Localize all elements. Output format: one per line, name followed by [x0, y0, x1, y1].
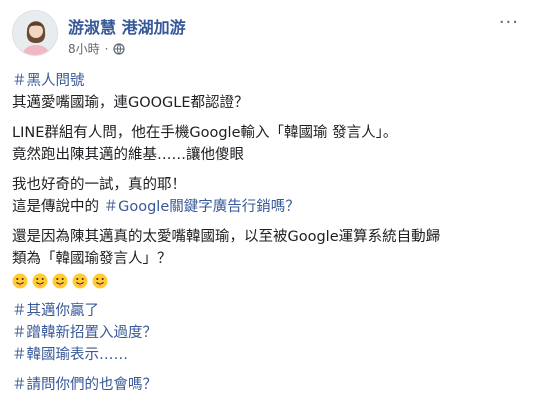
emoji-row [12, 270, 522, 292]
post-time[interactable]: 8小時 [68, 40, 100, 57]
avatar-image [13, 11, 57, 55]
tongue-out-emoji [52, 273, 68, 289]
post-header: 游淑慧 港湖加游 8小時 · ··· [12, 10, 521, 64]
post-meta: 8小時 · [68, 40, 126, 57]
post-body: ＃黑人問號 其邁愛嘴國瑜，連GOOGLE都認證？ LINE群組有人問，他在手機G… [12, 70, 522, 396]
post-text-line: LINE群組有人問，他在手機Google輸入「韓國瑜 發言人」。 [12, 125, 398, 141]
avatar[interactable] [12, 10, 58, 56]
hashtag[interactable]: ＃蹭韓新招置入過度？ [12, 322, 522, 344]
public-audience-icon[interactable] [113, 42, 126, 55]
hashtag[interactable]: ＃Google關鍵字廣告行銷嗎？ [104, 199, 300, 215]
hashtag[interactable]: ＃請問你們的也會嗎？ [12, 374, 522, 396]
tongue-out-emoji [92, 273, 108, 289]
more-options-icon[interactable]: ··· [499, 12, 519, 33]
tongue-out-emoji [72, 273, 88, 289]
facebook-post: 游淑慧 港湖加游 8小時 · ··· ＃黑人問號 其邁愛嘴國瑜，連GOOGLE都… [0, 0, 533, 405]
post-text-line: 還是因為陳其邁真的太愛嘴韓國瑜，以至被Google運算系統自動歸 [12, 229, 441, 245]
hashtag[interactable]: ＃韓國瑜表示…… [12, 344, 522, 366]
post-text-line-prefix: 這是傳說中的 [12, 199, 104, 215]
post-text-line: 其邁愛嘴國瑜，連GOOGLE都認證？ [12, 95, 249, 111]
tongue-out-emoji [32, 273, 48, 289]
post-text-line: 竟然跑出陳其邁的維基……讓他傻眼 [12, 147, 244, 163]
tongue-out-emoji [12, 273, 28, 289]
post-text-line: 這是傳說中的 ＃Google關鍵字廣告行銷嗎？ [12, 196, 522, 218]
hashtag[interactable]: ＃黑人問號 [12, 70, 522, 92]
meta-separator: · [104, 41, 109, 56]
post-text-line: 類為「韓國瑜發言人」？ [12, 251, 172, 267]
author-name[interactable]: 游淑慧 港湖加游 [68, 14, 186, 38]
hashtag[interactable]: ＃其邁你贏了 [12, 300, 522, 322]
post-text-line: 我也好奇的一試，真的耶！ [12, 177, 186, 193]
